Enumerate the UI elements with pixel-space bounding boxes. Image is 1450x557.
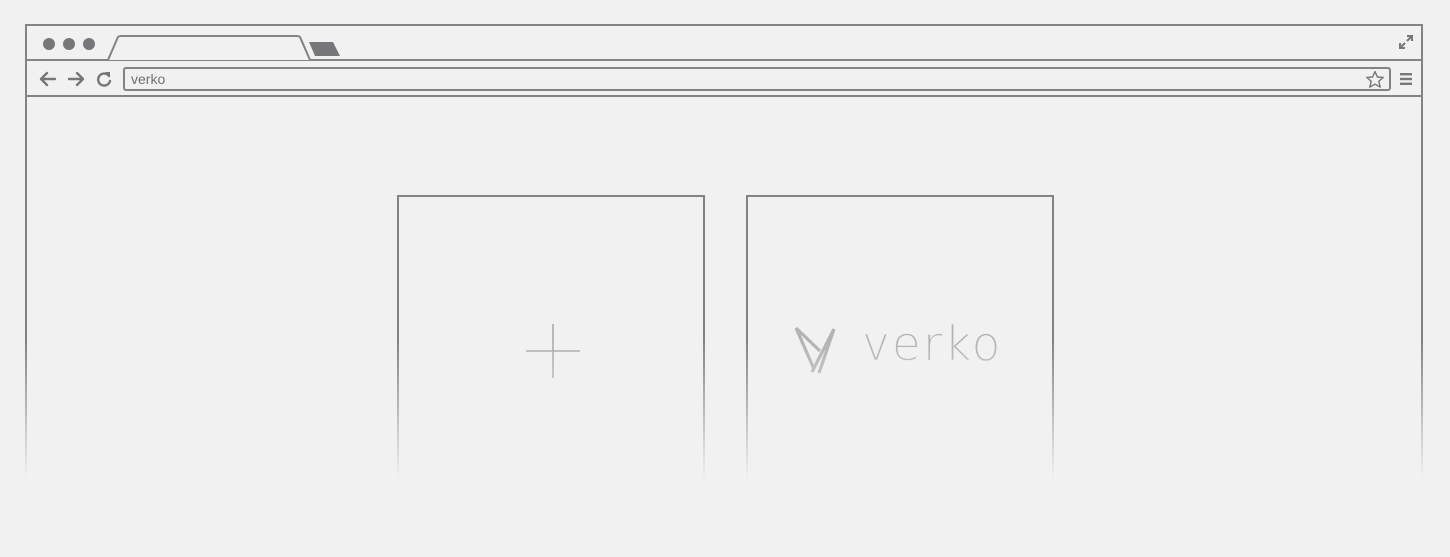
url-text[interactable]: verko: [131, 71, 165, 88]
new-tab-button[interactable]: [307, 41, 341, 57]
close-window-button[interactable]: [43, 38, 55, 50]
plus-icon: [526, 324, 580, 378]
reload-icon: [97, 72, 112, 87]
arrow-right-icon: [67, 71, 85, 87]
expand-icon[interactable]: [1398, 34, 1414, 50]
minimize-window-button[interactable]: [63, 38, 75, 50]
add-shortcut-tile[interactable]: [397, 195, 705, 495]
arrow-left-icon: [39, 71, 57, 87]
browser-window: verko verko: [25, 24, 1423, 555]
maximize-window-button[interactable]: [83, 38, 95, 50]
forward-button[interactable]: [67, 70, 85, 88]
address-bar[interactable]: verko: [123, 67, 1391, 91]
verko-logo-icon: [794, 326, 836, 374]
tab-strip: [27, 26, 1421, 61]
star-icon[interactable]: [1365, 70, 1385, 89]
toolbar: verko: [27, 61, 1421, 97]
back-button[interactable]: [39, 70, 57, 88]
tab-active[interactable]: [107, 35, 311, 61]
verko-shortcut-tile[interactable]: verko: [746, 195, 1054, 495]
verko-wordmark: verko: [862, 317, 1003, 372]
new-tab-page: verko: [27, 97, 1421, 557]
hamburger-menu-icon[interactable]: [1399, 72, 1413, 86]
reload-button[interactable]: [95, 70, 113, 88]
